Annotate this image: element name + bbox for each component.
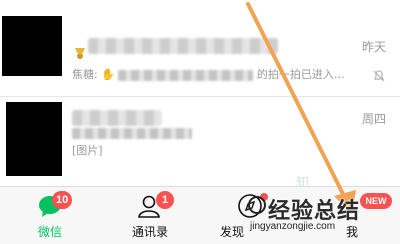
thumb-icon: ✋ <box>101 68 115 81</box>
chat-list: 昨天 焦糖: ✋ 的拍一拍已进入… 周四 [图片] 知 <box>0 0 400 191</box>
tab-label: 我 <box>345 225 358 239</box>
chat-title-blurred <box>88 38 278 54</box>
tab-discover[interactable]: 发现 <box>200 187 300 244</box>
new-dot <box>260 193 268 201</box>
tab-label: 发现 <box>219 225 244 239</box>
chat-preview: 焦糖: ✋ 的拍一拍已进入… <box>72 66 345 82</box>
chat-preview-blurred <box>72 126 192 139</box>
bottom-tab-bar: 10 微信 1 通讯录 发现 我 <box>0 186 400 244</box>
chat-title-blurred <box>72 110 162 126</box>
divider <box>0 96 400 97</box>
unread-badge: 1 <box>156 191 174 209</box>
chat-preview: [图片] <box>72 144 103 157</box>
preview-blurred <box>118 69 254 81</box>
chat-time: 昨天 <box>361 40 386 54</box>
chat-item[interactable]: 昨天 焦糖: ✋ 的拍一拍已进入… <box>0 8 400 88</box>
unread-badge: 10 <box>52 191 73 209</box>
tab-label: 微信 <box>37 225 62 239</box>
chat-time: 周四 <box>361 112 386 126</box>
group-medal-icon <box>73 46 87 63</box>
preview-sender: 焦糖: <box>72 68 98 81</box>
chat-item[interactable]: 周四 [图片] <box>0 96 400 176</box>
avatar[interactable] <box>6 102 62 176</box>
tab-chats[interactable]: 10 微信 <box>0 187 100 244</box>
new-badge: NEW <box>360 193 392 209</box>
mute-icon <box>372 68 386 87</box>
preview-tail: 的拍一拍已进入… <box>256 68 345 81</box>
avatar[interactable] <box>2 16 62 76</box>
